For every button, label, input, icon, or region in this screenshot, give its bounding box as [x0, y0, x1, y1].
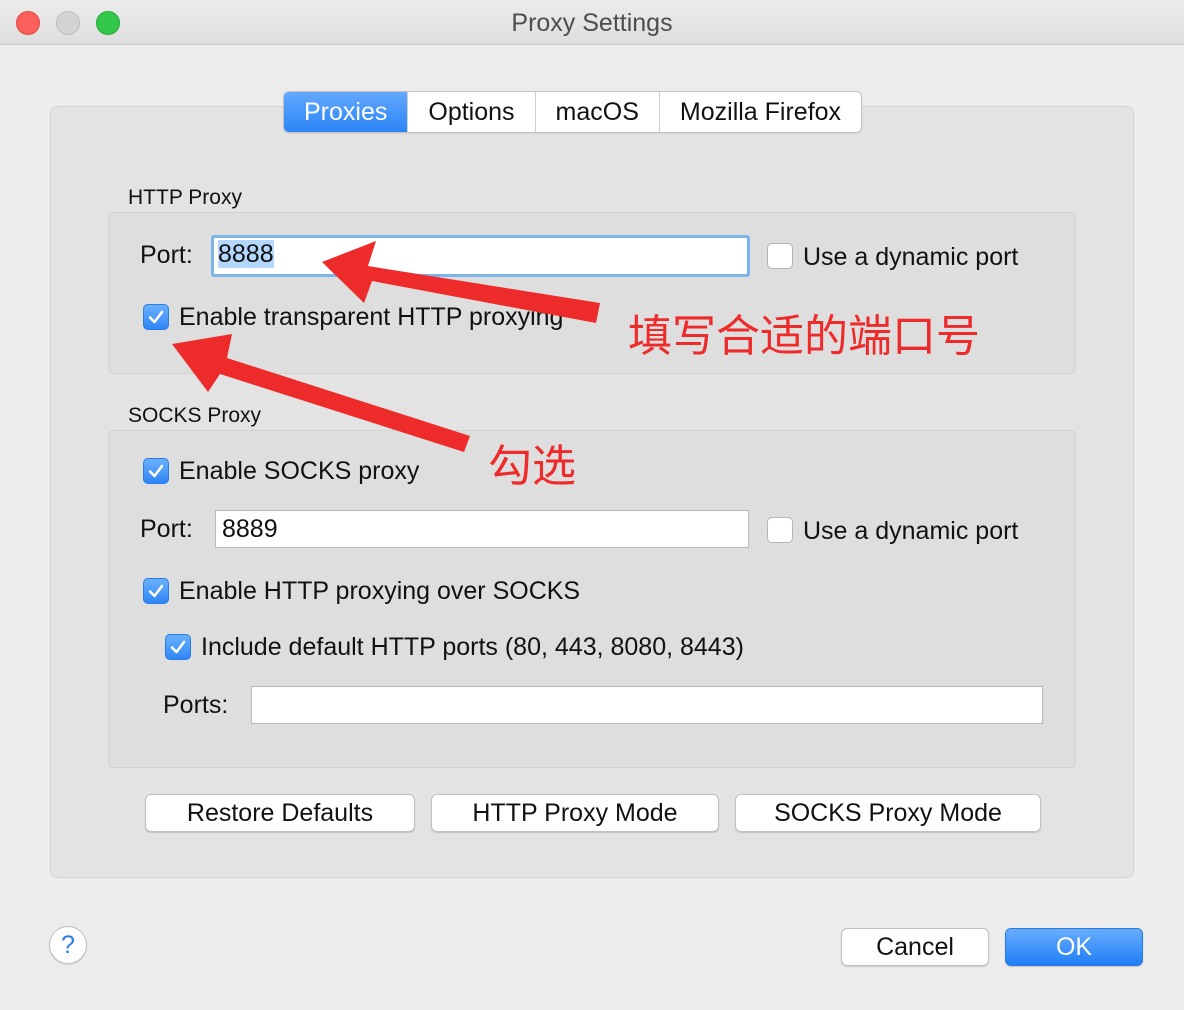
- annotation-arrows: [172, 241, 600, 452]
- arrow-to-checkbox: [172, 334, 470, 452]
- check-annotation-text: 勾选: [488, 441, 576, 492]
- port-annotation-text: 填写合适的端口号: [628, 311, 980, 362]
- arrow-to-port-field: [322, 241, 600, 323]
